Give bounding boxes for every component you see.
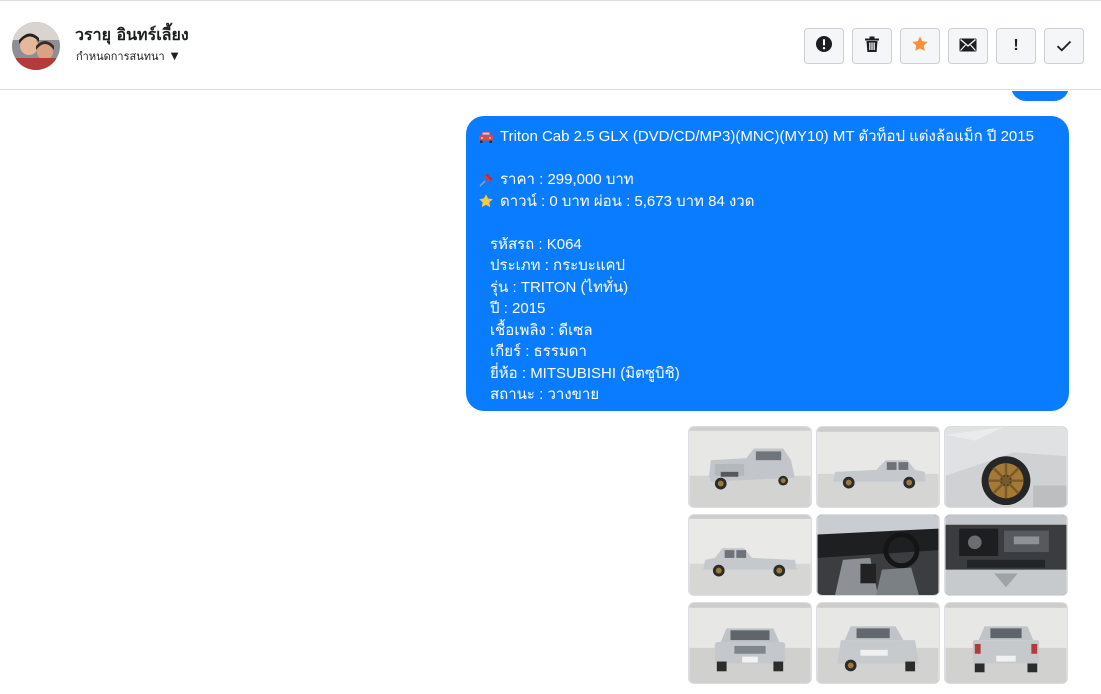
car-photo-rear-left[interactable] <box>688 426 812 508</box>
detail-line: ประเภท : กระบะแคป <box>490 257 626 274</box>
important-button[interactable]: ! <box>996 28 1036 64</box>
message-thread[interactable]: Triton Cab 2.5 GLX (DVD/CD/MP3)(MNC)(MY1… <box>0 91 1101 694</box>
detail-line: ยี่ห้อ : MITSUBISHI (มิตซูบิชิ) <box>490 364 680 382</box>
car-photo-image <box>945 603 1067 683</box>
down-payment-text: ดาวน์ : 0 บาท ผ่อน : 5,673 บาท 84 งวด <box>500 192 755 210</box>
detail-line: ปี : 2015 <box>490 300 546 317</box>
car-photo-image <box>817 603 939 683</box>
previous-message-bubble[interactable] <box>1011 91 1069 101</box>
mark-done-button[interactable] <box>1044 28 1084 64</box>
car-photo-image <box>817 427 939 507</box>
delete-button[interactable] <box>852 28 892 64</box>
pushpin-icon <box>478 172 496 188</box>
avatar[interactable] <box>12 22 60 70</box>
trash-icon <box>864 36 880 57</box>
star-icon <box>911 35 929 57</box>
car-photo-front[interactable] <box>688 602 812 684</box>
car-photo-image <box>689 427 811 507</box>
chat-window: วรายุ อินทร์เลี้ยง กำหนดการสนทนา ▼ ! Tri… <box>0 0 1101 694</box>
star-button[interactable] <box>900 28 940 64</box>
message-bubble[interactable]: Triton Cab 2.5 GLX (DVD/CD/MP3)(MNC)(MY1… <box>466 116 1069 411</box>
mark-unread-button[interactable] <box>948 28 988 64</box>
car-photo-interior[interactable] <box>816 514 940 596</box>
car-photo-image <box>945 515 1067 595</box>
car-icon <box>478 129 496 145</box>
detail-line: สถานะ : วางขาย <box>490 386 600 403</box>
down-payment-line: ดาวน์ : 0 บาท ผ่อน : 5,673 บาท 84 งวด <box>478 191 1057 213</box>
exclamation-icon: ! <box>1013 37 1019 54</box>
car-photo-image <box>689 515 811 595</box>
car-photo-image <box>817 515 939 595</box>
detail-line: รหัสรถ : K064 <box>490 235 582 253</box>
listing-title-line: Triton Cab 2.5 GLX (DVD/CD/MP3)(MNC)(MY1… <box>478 126 1057 148</box>
car-photo-rear-quarter[interactable] <box>816 602 940 684</box>
photo-grid <box>688 426 1068 684</box>
detail-line: เชื้อเพลิง : ดีเซล <box>490 321 593 339</box>
car-photo-engine[interactable] <box>944 514 1068 596</box>
conversation-header: วรายุ อินทร์เลี้ยง กำหนดการสนทนา ▼ ! <box>0 0 1101 90</box>
price-text: ราคา : 299,000 บาท <box>500 171 634 188</box>
star-emoji-icon <box>478 193 496 209</box>
car-photo-image <box>689 603 811 683</box>
car-photo-wheel[interactable] <box>944 426 1068 508</box>
car-photo-side-left[interactable] <box>816 426 940 508</box>
listing-title: Triton Cab 2.5 GLX (DVD/CD/MP3)(MNC)(MY1… <box>500 128 1034 145</box>
price-line: ราคา : 299,000 บาท <box>478 169 1057 191</box>
car-photo-side-right[interactable] <box>688 514 812 596</box>
alert-circle-icon <box>815 35 833 57</box>
contact-name[interactable]: วรายุ อินทร์เลี้ยง <box>75 23 189 48</box>
conversation-toolbar: ! <box>804 28 1084 64</box>
check-icon <box>1056 37 1072 56</box>
car-photo-rear[interactable] <box>944 602 1068 684</box>
conversation-status-dropdown[interactable]: กำหนดการสนทนา ▼ <box>76 47 178 65</box>
caret-down-icon: ▼ <box>170 50 179 62</box>
spam-button[interactable] <box>804 28 844 64</box>
detail-line: รุ่น : TRITON (ไททั่น) <box>490 278 629 296</box>
conversation-status-label: กำหนดการสนทนา <box>76 50 165 63</box>
car-photo-image <box>945 427 1067 507</box>
envelope-icon <box>959 37 977 56</box>
detail-line: เกียร์ : ธรรมดา <box>490 343 587 360</box>
